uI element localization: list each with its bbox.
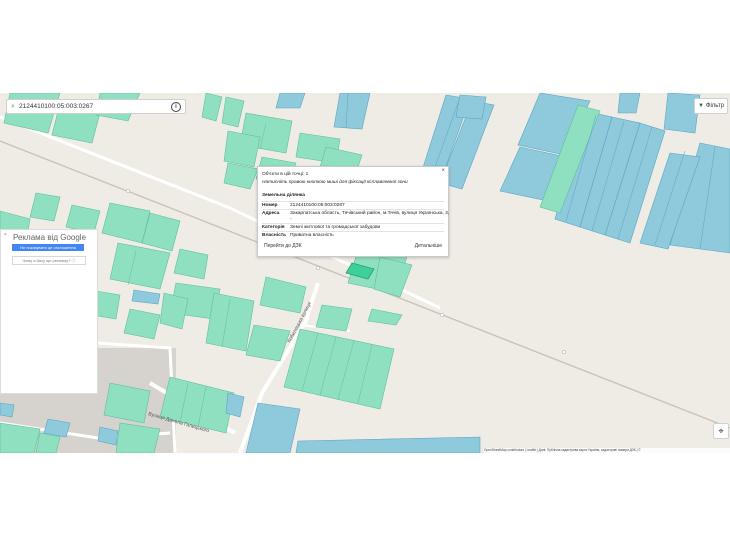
why-this-ad-button[interactable]: Чому я бачу цю рекламу? ⓘ bbox=[12, 256, 86, 265]
map-attribution: OpenStreetMap contributors | Leaflet | Д… bbox=[484, 448, 730, 453]
cadastral-map[interactable]: Кобилецька вулиця Вулиця Данила Галицько… bbox=[0, 93, 730, 453]
funnel-icon: ▼ bbox=[697, 103, 704, 109]
hide-ad-button[interactable]: Не показувати це оголошення bbox=[12, 244, 84, 251]
close-icon[interactable]: × bbox=[441, 168, 445, 174]
search-icon: ⌕ bbox=[11, 102, 15, 110]
details-link[interactable]: Детальніше bbox=[415, 243, 442, 249]
ad-panel: × Реклама від Google Не показувати це ог… bbox=[0, 229, 98, 394]
popup-header: Об'єкти в цій точці: 1 bbox=[262, 172, 309, 177]
popup-row-value: 2124410100:05:003:0267 bbox=[290, 203, 345, 208]
search-input[interactable]: 2124410100:05:003:0267 bbox=[19, 103, 171, 110]
popup-row-value: Землі житлової та громадської забудови bbox=[290, 225, 381, 230]
popup-row-value: - bbox=[290, 217, 292, 222]
popup-row-value: Приватна власність bbox=[290, 233, 334, 238]
popup-row-label: Власність bbox=[262, 233, 287, 238]
crosshair-icon[interactable]: ⌖ bbox=[713, 423, 729, 439]
parcel-info-popup: × Об'єкти в цій точці: 1 Натисніть право… bbox=[257, 166, 449, 257]
popup-section-title: Земельна ділянка bbox=[262, 193, 305, 198]
popup-row-label: Категорія bbox=[262, 225, 285, 230]
popup-row-label: Адреса bbox=[262, 211, 280, 216]
ad-title: Реклама від Google bbox=[13, 233, 87, 242]
filter-button[interactable]: ▼ Фільтр bbox=[694, 98, 728, 114]
popup-row-value: Закарпатська область, Тячівський район, … bbox=[290, 211, 450, 216]
ad-close-icon[interactable]: × bbox=[4, 232, 7, 238]
go-to-dzk-link[interactable]: Перейти до ДЗК bbox=[264, 243, 302, 249]
info-icon[interactable]: i bbox=[171, 101, 181, 112]
map-canvas[interactable]: Кобилецька вулиця Вулиця Данила Галицько… bbox=[0, 93, 730, 453]
popup-hint: Натисніть правою кнопкою миші для фіксац… bbox=[262, 180, 408, 185]
filter-label: Фільтр bbox=[705, 103, 725, 109]
popup-row-label: Номер bbox=[262, 203, 278, 208]
search-bar[interactable]: ⌕ 2124410100:05:003:0267 i bbox=[6, 99, 186, 114]
